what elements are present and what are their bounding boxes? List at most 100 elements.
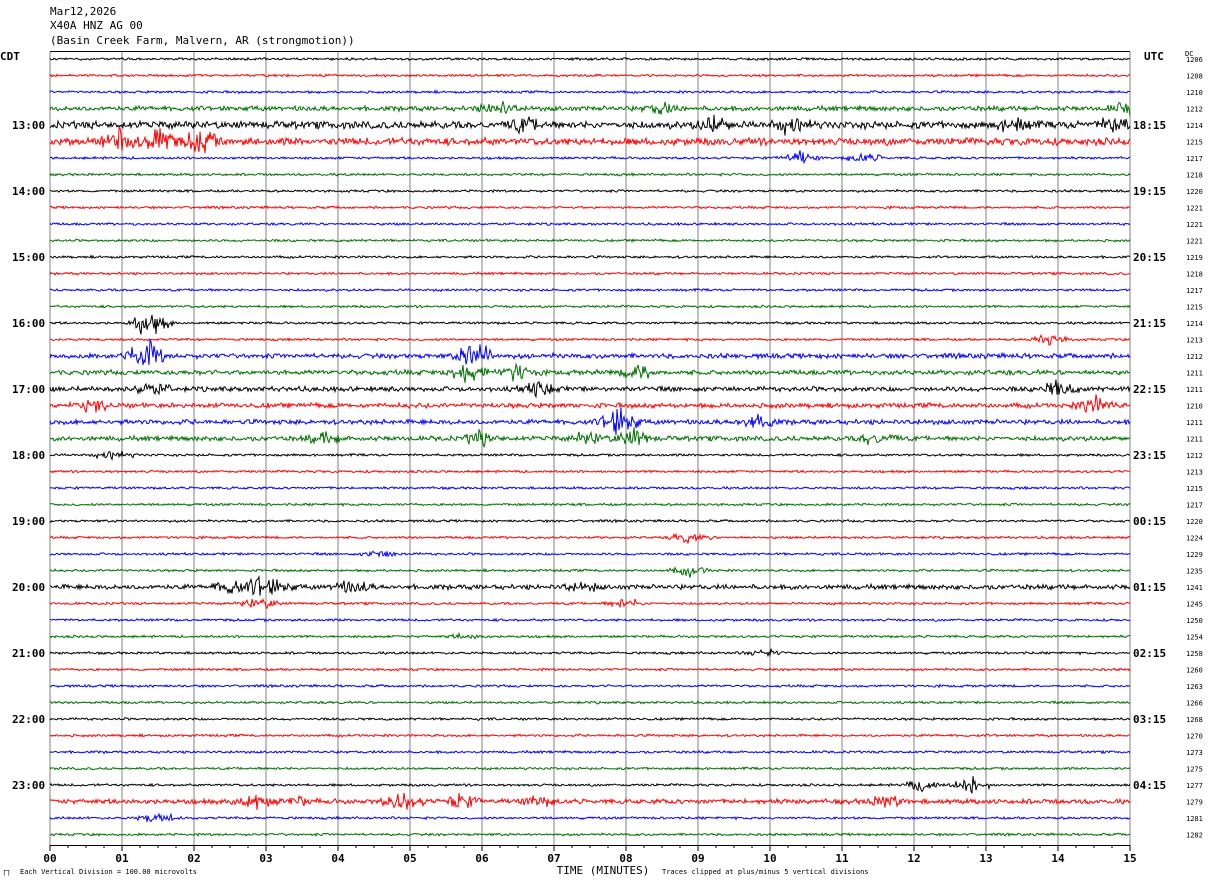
x-tick-label: 11 [835, 852, 849, 865]
trace-group [49, 56, 1131, 837]
left-hour-label: 14:00 [12, 185, 45, 198]
left-hour-labels: 13:00 14:00 15:00 16:00 17:00 18:00 19:00 20:00… [12, 119, 45, 792]
dc-offset-label: 1250 [1186, 617, 1203, 625]
x-tick-label: 09 [691, 852, 704, 865]
left-hour-label: 13:00 [12, 119, 45, 132]
dc-offset-label: 1260 [1186, 667, 1203, 675]
seismic-trace [50, 238, 1131, 243]
seismic-trace [49, 832, 1131, 837]
seismic-trace [49, 812, 1131, 823]
seismogram-plot: 00 01 02 03 04 05 06 07 08 09 10 11 12 13 14 15 13:0014… [12, 51, 1203, 877]
dc-offset-label: 1220 [1186, 518, 1203, 526]
dc-offset-label: 1254 [1186, 634, 1203, 642]
seismic-trace [49, 502, 1131, 508]
dc-offset-label: 1217 [1186, 502, 1203, 510]
seismic-trace [49, 766, 1131, 772]
x-tick-label: 13 [979, 852, 992, 865]
grid-lines [49, 51, 1131, 846]
left-hour-label: 16:00 [12, 317, 45, 330]
dc-offset-label: 1221 [1186, 238, 1203, 246]
seismic-trace [49, 394, 1131, 414]
seismic-trace [49, 532, 1131, 544]
x-tick-label: 03 [259, 852, 272, 865]
dc-offset-label: 1235 [1186, 568, 1203, 576]
seismic-trace [49, 648, 1131, 658]
seismic-trace [49, 518, 1131, 524]
dc-offset-label: 1277 [1186, 782, 1203, 790]
dc-offset-label: 1211 [1186, 419, 1203, 427]
dc-offset-label: 1279 [1186, 799, 1203, 807]
seismic-trace [49, 732, 1131, 738]
seismic-trace [49, 254, 1131, 260]
seismic-trace [49, 427, 1131, 449]
seismic-trace [50, 150, 1131, 165]
dc-offset-label: 1218 [1186, 172, 1203, 180]
seismic-trace [49, 485, 1131, 491]
right-hour-label: 23:15 [1133, 449, 1166, 462]
x-tick-label: 14 [1051, 852, 1065, 865]
seismic-trace [49, 188, 1131, 194]
right-hour-label: 00:15 [1133, 515, 1166, 528]
right-hour-label: 18:15 [1133, 119, 1166, 132]
scale-note: Each Vertical Division = 100.00 microvol… [20, 868, 198, 876]
seismic-trace [49, 338, 1131, 365]
dc-offset-label: 1212 [1186, 353, 1203, 361]
x-tick-label: 01 [115, 852, 129, 865]
dc-offset-label: 1268 [1186, 716, 1203, 724]
dc-offset-label: 1211 [1186, 386, 1203, 394]
dc-offset-label: 1215 [1186, 139, 1203, 147]
dc-offset-label: 1215 [1186, 485, 1203, 493]
dc-offset-label: 1217 [1186, 287, 1203, 295]
seismic-trace [49, 73, 1131, 78]
dc-offset-label: 1266 [1186, 700, 1203, 708]
right-hour-label: 19:15 [1133, 185, 1166, 198]
dc-offset-label: 1282 [1186, 832, 1203, 840]
seismic-trace [49, 700, 1131, 705]
seismic-trace [49, 205, 1131, 210]
dc-offset-label: 1221 [1186, 221, 1203, 229]
seismic-trace [49, 566, 1131, 578]
dc-offset-label: 1215 [1186, 304, 1203, 312]
seismic-trace [49, 749, 1131, 755]
seismic-trace [49, 716, 1131, 722]
dc-offset-label: 1220 [1186, 188, 1203, 196]
right-hour-label: 21:15 [1133, 317, 1166, 330]
seismic-trace [49, 172, 1131, 178]
seismic-trace [49, 379, 1131, 399]
dc-offset-label: 1218 [1186, 271, 1203, 279]
seismic-trace [49, 617, 1131, 623]
right-hour-label: 04:15 [1133, 779, 1166, 792]
left-hour-label: 20:00 [12, 581, 45, 594]
left-hour-label: 19:00 [12, 515, 45, 528]
seismic-trace [49, 114, 1131, 136]
dc-offset-label: 1213 [1186, 337, 1203, 345]
seismic-trace [49, 314, 1131, 335]
seismic-trace [49, 287, 1131, 293]
x-tick-label: 04 [331, 852, 345, 865]
dc-offset-label: 1219 [1186, 254, 1203, 262]
seismic-trace [49, 574, 1131, 596]
seismic-trace [49, 407, 1131, 435]
seismic-trace [50, 683, 1131, 689]
right-hour-labels: 18:15 19:15 20:15 21:15 22:15 23:15 00:15 01:15… [1133, 119, 1166, 792]
seismic-trace [49, 271, 1131, 276]
right-hour-label: 01:15 [1133, 581, 1166, 594]
left-hour-label: 21:00 [12, 647, 45, 660]
seismic-trace [49, 127, 1131, 154]
seismic-trace [49, 792, 1131, 811]
left-hour-label: 17:00 [12, 383, 45, 396]
dc-offset-label: 1224 [1186, 535, 1203, 543]
x-tick-label: 00 [43, 852, 56, 865]
dc-offset-label: 1270 [1186, 733, 1203, 741]
x-tick-label: 15 [1123, 852, 1136, 865]
seismic-trace [49, 101, 1131, 117]
x-tick-label: 02 [187, 852, 200, 865]
seismic-trace [49, 56, 1131, 62]
dc-offset-labels: 1206 1208 1210 1212 1214 1215 1217 1218 1220 1221… [1186, 56, 1203, 840]
dc-offset-label: 1214 [1186, 320, 1203, 328]
dc-offset-label: 1241 [1186, 584, 1203, 592]
dc-offset-label: 1275 [1186, 766, 1203, 774]
dc-offset-label: 1211 [1186, 370, 1203, 378]
right-hour-label: 02:15 [1133, 647, 1166, 660]
x-axis-label: TIME (MINUTES) [557, 864, 650, 877]
